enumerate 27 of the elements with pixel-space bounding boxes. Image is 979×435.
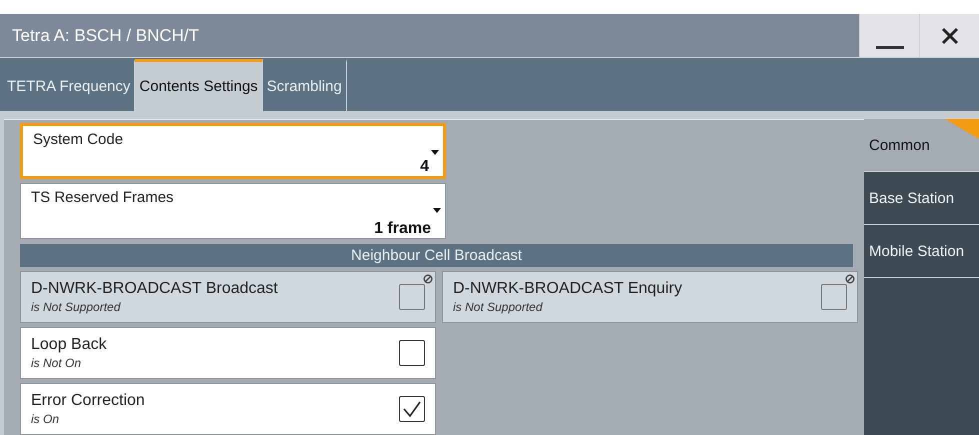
option-status: is Not Supported	[31, 300, 122, 314]
checkbox[interactable]	[399, 340, 425, 366]
disabled-icon	[845, 274, 855, 284]
minimize-icon	[876, 46, 904, 49]
close-button[interactable]	[919, 14, 979, 57]
option-status: is On	[31, 412, 60, 426]
dropdown-field[interactable]: TS Reserved Frames 1 frame	[20, 183, 446, 239]
window-title: Tetra A: BSCH / BNCH/T	[11, 26, 200, 46]
side-tab[interactable]: Common	[864, 119, 979, 172]
dropdown-field[interactable]: System Code 4	[20, 123, 446, 179]
option-label: D-NWRK-BROADCAST Enquiry	[453, 280, 684, 298]
disabled-icon	[423, 274, 433, 284]
corner-marker-icon	[945, 119, 979, 139]
option-status: is Not On	[31, 356, 82, 370]
option-card[interactable]: Loop Back is Not On	[20, 327, 436, 379]
checkbox[interactable]	[399, 396, 425, 422]
tab[interactable]: Contents Settings	[135, 59, 263, 111]
minimize-button[interactable]	[859, 14, 919, 57]
caret-icon	[433, 208, 441, 213]
option-label: D-NWRK-BROADCAST Broadcast	[31, 280, 279, 298]
option-status: is Not Supported	[453, 300, 544, 314]
option-card[interactable]: Error Correction is On	[20, 383, 436, 435]
option-label: Loop Back	[31, 336, 108, 354]
caret-icon	[431, 150, 439, 155]
option-label: Error Correction	[31, 392, 146, 410]
close-icon	[940, 26, 960, 46]
section-header: Neighbour Cell Broadcast	[20, 244, 853, 267]
